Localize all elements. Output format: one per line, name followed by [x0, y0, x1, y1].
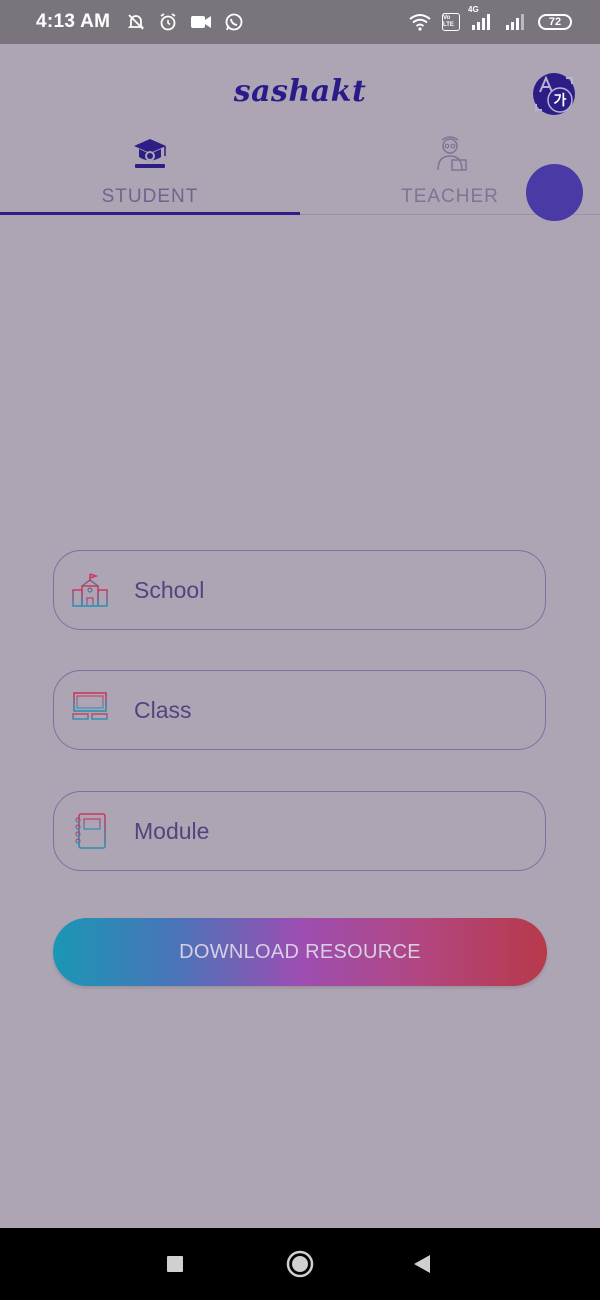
- app-header: sashakt 가: [0, 44, 600, 124]
- tab-student[interactable]: STUDENT: [0, 126, 300, 216]
- school-icon: [72, 573, 108, 607]
- svg-text:가: 가: [554, 93, 567, 109]
- status-time: 4:13 AM: [36, 11, 111, 32]
- module-field[interactable]: Module: [53, 791, 546, 871]
- app-logo: sashakt: [233, 74, 367, 109]
- tab-indicator: [0, 212, 300, 215]
- translate-button[interactable]: 가: [530, 70, 578, 118]
- alarm-icon: [158, 12, 178, 32]
- role-tabs: STUDENT TEACHER: [0, 126, 600, 216]
- volte-label: Vo LTE: [443, 15, 454, 28]
- signal-icon: [504, 13, 528, 31]
- wifi-icon: [408, 13, 432, 31]
- teacher-icon: [437, 136, 467, 171]
- volte-icon: Vo LTE: [442, 13, 460, 31]
- classroom-icon: [72, 692, 108, 727]
- class-field[interactable]: Class: [53, 670, 546, 750]
- module-label: Module: [134, 817, 210, 844]
- system-nav-bar: [0, 1228, 600, 1300]
- network-label: 4G: [468, 5, 479, 14]
- graduation-cap-icon: [134, 139, 166, 168]
- status-bar: 4:13 AM Vo LTE 4G 72: [0, 0, 600, 44]
- download-resource-button[interactable]: DOWNLOAD RESOURCE: [53, 918, 547, 986]
- notebook-icon: [75, 813, 106, 849]
- signal-4g-icon: 4G: [468, 5, 494, 31]
- school-field[interactable]: School: [53, 550, 546, 630]
- tab-label-student: STUDENT: [101, 186, 199, 207]
- school-label: School: [134, 576, 205, 603]
- class-label: Class: [134, 696, 192, 723]
- mute-bell-icon: [126, 12, 146, 32]
- video-camera-icon: [190, 13, 212, 31]
- translate-icon: 가: [533, 73, 575, 115]
- whatsapp-icon: [224, 12, 244, 32]
- floating-action-dot[interactable]: [526, 164, 583, 221]
- battery-indicator: 72: [538, 14, 572, 30]
- recent-apps-icon[interactable]: [163, 1252, 187, 1276]
- home-icon[interactable]: [286, 1250, 314, 1278]
- back-icon[interactable]: [410, 1252, 434, 1276]
